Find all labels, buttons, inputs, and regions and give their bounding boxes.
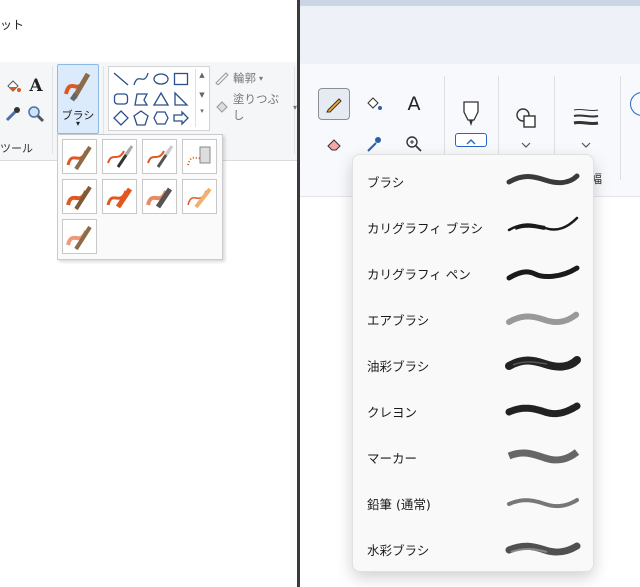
brush-menu-item-brush[interactable]: ブラシ xyxy=(353,157,593,203)
fill-bucket-icon xyxy=(367,97,382,110)
fill-bucket-icon[interactable] xyxy=(3,76,23,96)
brush-icon xyxy=(64,72,91,102)
shapes-scroll[interactable]: ▲ ▼ ▾ xyxy=(195,69,208,127)
outline-icon xyxy=(215,72,229,85)
magnifier-icon[interactable] xyxy=(26,104,46,124)
airbrush-option[interactable] xyxy=(182,139,217,174)
brush-option[interactable] xyxy=(62,139,97,174)
fill-tool-button[interactable] xyxy=(358,88,390,120)
outline-label: 輪郭 xyxy=(233,71,256,85)
calligraphy-brush-preview xyxy=(507,216,579,232)
chevron-down-icon[interactable] xyxy=(581,138,591,152)
crayon-option[interactable] xyxy=(102,179,137,214)
pentagon-shape-icon[interactable] xyxy=(132,109,150,127)
classic-paint-window: ット A ツール ブラシ ▾ ▲ ▼ ▾ 輪郭 ▾ 塗りつぶし ▾ xyxy=(0,0,297,587)
shapes-gallery: ▲ ▼ ▾ xyxy=(108,66,210,131)
color-picker-icon xyxy=(367,137,381,152)
calligraphy-pen-preview xyxy=(506,265,580,281)
brushes-button[interactable] xyxy=(456,98,486,130)
oil-brush-option[interactable] xyxy=(62,179,97,214)
brush-menu-item-label: 水彩ブラシ xyxy=(367,543,430,558)
brush-menu-item-label: カリグラフィ ペン xyxy=(367,267,471,282)
brush-stroke-preview xyxy=(506,173,580,186)
polygon-shape-icon[interactable] xyxy=(132,90,150,108)
brush-menu-item-label: エアブラシ xyxy=(367,313,430,328)
brushes-dropdown-toggle[interactable] xyxy=(455,133,487,147)
crayon-preview xyxy=(505,402,581,418)
marker-preview xyxy=(507,449,580,464)
hexagon-shape-icon[interactable] xyxy=(152,109,170,127)
text-tool-button[interactable]: A xyxy=(398,88,430,120)
brush-menu-item-label: クレヨン xyxy=(367,405,418,420)
fill-icon xyxy=(216,101,228,113)
brush-menu-item-label: カリグラフィ ブラシ xyxy=(367,221,483,236)
curve-shape-icon[interactable] xyxy=(132,70,150,88)
top-band xyxy=(300,6,640,64)
brush-menu-item-label: ブラシ xyxy=(367,175,405,190)
oval-shape-icon[interactable] xyxy=(152,70,170,88)
brush-menu: ブラシ カリグラフィ ブラシ カリグラフィ ペン エアブラシ 油彩ブラシ クレヨ… xyxy=(352,154,594,572)
pencil-tool-button[interactable] xyxy=(318,88,350,120)
brushes-button[interactable]: ブラシ ▾ xyxy=(57,64,99,134)
brush-menu-item-oil-brush[interactable]: 油彩ブラシ xyxy=(353,341,593,387)
brush-menu-item-crayon[interactable]: クレヨン xyxy=(353,387,593,433)
shapes-button[interactable] xyxy=(514,106,538,133)
color-picker-icon[interactable] xyxy=(3,104,23,124)
pencil-preview xyxy=(507,498,579,509)
fill-dropdown[interactable]: 塗りつぶし ▾ xyxy=(214,91,297,123)
eraser-tool-button[interactable] xyxy=(318,128,350,160)
brush-menu-item-pencil[interactable]: 鉛筆 (通常) xyxy=(353,479,593,525)
rectangle-shape-icon[interactable] xyxy=(172,70,190,88)
size-button[interactable] xyxy=(572,106,600,129)
calligraphy-pen-option[interactable] xyxy=(142,139,177,174)
brush-menu-item-airbrush[interactable]: エアブラシ xyxy=(353,295,593,341)
brush-menu-item-label: マーカー xyxy=(367,451,418,466)
brush-menu-item-label: 油彩ブラシ xyxy=(367,359,430,374)
oil-brush-preview xyxy=(505,356,581,371)
brush-menu-item-calligraphy-pen[interactable]: カリグラフィ ペン xyxy=(353,249,593,295)
group-divider xyxy=(52,66,53,154)
brush-menu-item-calligraphy-brush[interactable]: カリグラフィ ブラシ xyxy=(353,203,593,249)
tools-group-label: ツール xyxy=(0,142,33,155)
chevron-down-icon[interactable] xyxy=(521,138,531,152)
diamond-shape-icon[interactable] xyxy=(112,109,130,127)
marker-option[interactable] xyxy=(142,179,177,214)
line-shape-icon[interactable] xyxy=(112,70,130,88)
window-title-fragment: ット xyxy=(0,18,25,32)
pencil-option[interactable] xyxy=(182,179,217,214)
triangle-shape-icon[interactable] xyxy=(152,90,170,108)
arrow-shape-icon[interactable] xyxy=(172,109,190,127)
airbrush-preview xyxy=(506,311,580,325)
toolbar-divider xyxy=(620,76,621,180)
shapes-icon xyxy=(516,108,536,128)
watercolor-brush-preview xyxy=(505,542,581,556)
brush-icon xyxy=(463,101,479,126)
magnifier-icon xyxy=(406,136,422,152)
chevron-down-icon: ▾ xyxy=(75,119,80,128)
text-tool-icon[interactable]: A xyxy=(26,76,46,96)
calligraphy-brush-option[interactable] xyxy=(102,139,137,174)
outline-dropdown[interactable]: 輪郭 ▾ xyxy=(214,70,263,86)
watercolor-brush-option[interactable] xyxy=(62,219,97,254)
pencil-icon xyxy=(326,98,342,113)
chevron-up-icon xyxy=(466,139,476,145)
eraser-icon xyxy=(327,139,341,151)
fill-label: 塗りつぶし xyxy=(232,92,279,122)
classic-brush-popup xyxy=(57,134,223,260)
brush-menu-item-watercolor-brush[interactable]: 水彩ブラシ xyxy=(353,525,593,571)
right-triangle-shape-icon[interactable] xyxy=(172,90,190,108)
brush-menu-item-label: 鉛筆 (通常) xyxy=(367,497,431,512)
line-width-icon xyxy=(573,108,599,126)
rounded-rectangle-shape-icon[interactable] xyxy=(112,90,130,108)
brush-menu-item-marker[interactable]: マーカー xyxy=(353,433,593,479)
